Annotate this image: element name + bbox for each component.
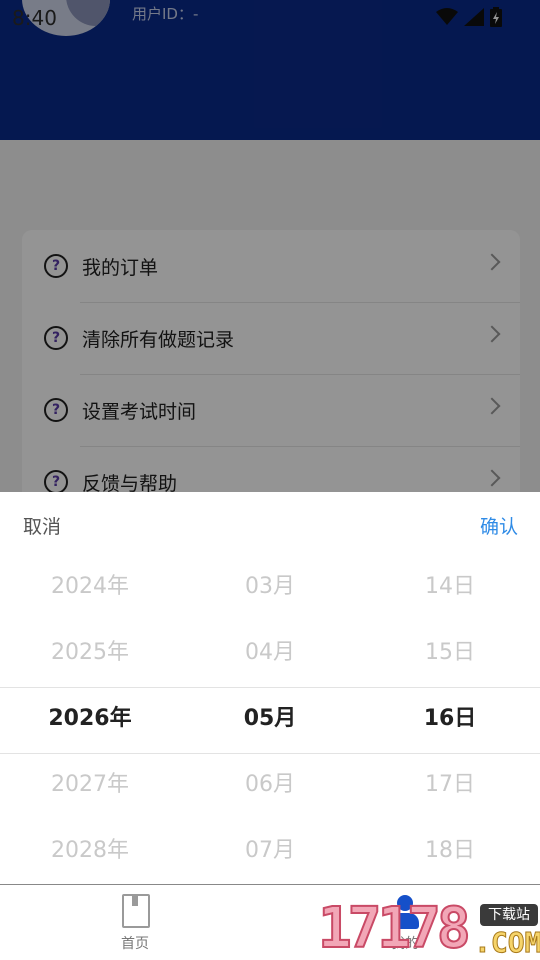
day-option[interactable]: 15日 [360, 620, 540, 686]
watermark-domain: .COM [473, 926, 540, 960]
month-wheel[interactable]: 03月 04月 05月 06月 07月 [180, 554, 360, 884]
status-time: 8:40 [12, 6, 57, 30]
book-icon [122, 894, 150, 928]
month-option[interactable]: 04月 [180, 620, 360, 686]
year-option[interactable]: 2027年 [0, 752, 180, 818]
watermark-logo: 17178 下载站 .COM [317, 896, 540, 960]
year-option-selected[interactable]: 2026年 [0, 686, 180, 752]
day-option[interactable]: 14日 [360, 554, 540, 620]
date-picker-sheet: 取消 确认 2024年 2025年 2026年 2027年 2028年 03月 … [0, 492, 540, 884]
month-option[interactable]: 07月 [180, 818, 360, 884]
confirm-button[interactable]: 确认 [480, 512, 518, 539]
month-option[interactable]: 06月 [180, 752, 360, 818]
day-option-selected[interactable]: 16日 [360, 686, 540, 752]
watermark-number: 17178 [317, 896, 472, 960]
year-option[interactable]: 2028年 [0, 818, 180, 884]
year-option[interactable]: 2024年 [0, 554, 180, 620]
tab-home[interactable]: 首页 [75, 885, 195, 960]
day-wheel[interactable]: 14日 15日 16日 17日 18日 [360, 554, 540, 884]
month-option[interactable]: 03月 [180, 554, 360, 620]
watermark-badge: 下载站 [480, 904, 538, 926]
day-option[interactable]: 18日 [360, 818, 540, 884]
year-wheel[interactable]: 2024年 2025年 2026年 2027年 2028年 [0, 554, 180, 884]
cancel-button[interactable]: 取消 [23, 512, 61, 539]
year-option[interactable]: 2025年 [0, 620, 180, 686]
month-option-selected[interactable]: 05月 [180, 686, 360, 752]
tab-label: 首页 [121, 936, 149, 952]
day-option[interactable]: 17日 [360, 752, 540, 818]
